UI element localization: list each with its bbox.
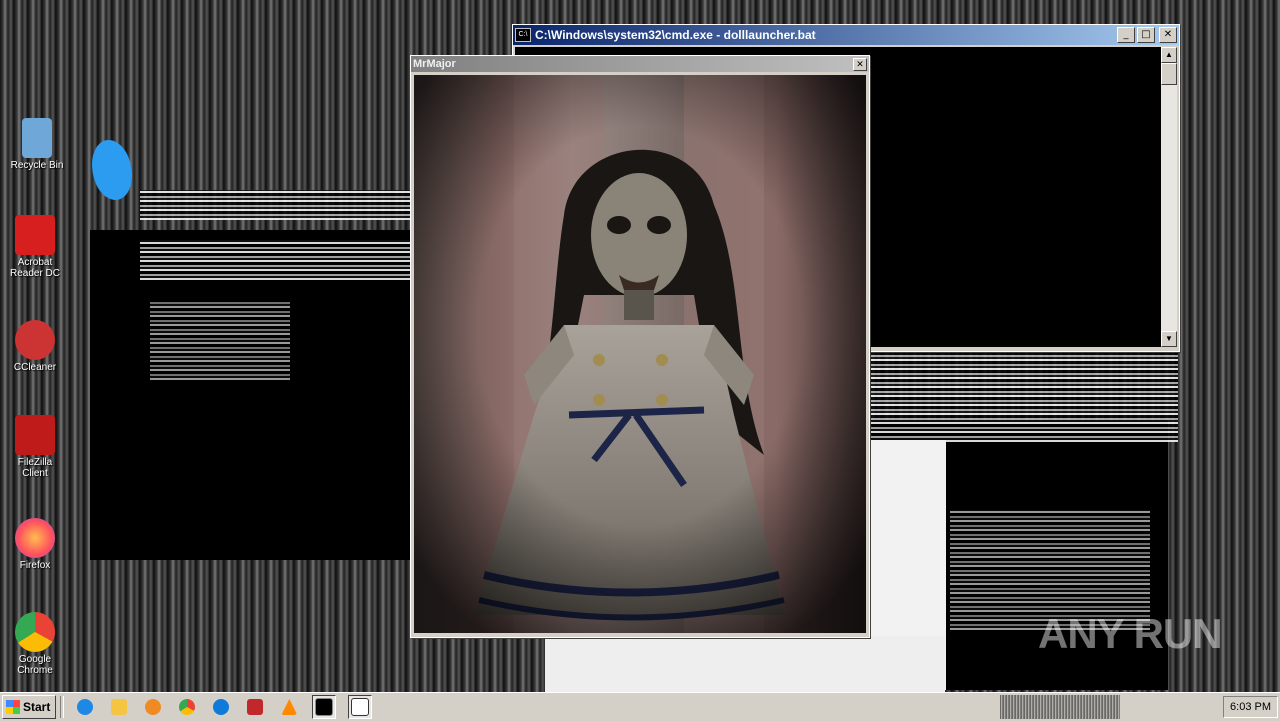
system-tray: 6:03 PM	[1223, 696, 1278, 718]
cmd-scrollbar[interactable]: ▲ ▼	[1161, 47, 1177, 347]
twitter-like-icon	[92, 140, 132, 200]
chrome-icon	[15, 612, 55, 652]
desktop-icon-recycle-bin[interactable]: Recycle Bin	[6, 118, 68, 171]
edge-icon[interactable]	[210, 696, 232, 718]
glitch-band	[140, 240, 410, 280]
cmd-window-title: C:\Windows\system32\cmd.exe - dolllaunch…	[535, 28, 816, 42]
explorer-icon[interactable]	[108, 696, 130, 718]
clock[interactable]: 6:03 PM	[1230, 701, 1271, 713]
image-window-title: MrMajor	[413, 58, 456, 70]
image-window-titlebar[interactable]: MrMajor ✕	[411, 56, 869, 72]
minimize-button[interactable]: _	[1117, 27, 1135, 43]
firefox-icon	[15, 518, 55, 558]
windows-logo-icon	[6, 700, 20, 714]
glitch-white-area	[545, 636, 945, 692]
filezilla-icon	[15, 415, 55, 455]
tray-glitch	[1000, 695, 1120, 719]
doll-image	[414, 75, 866, 633]
taskbar-separator	[60, 696, 65, 718]
taskbar: Start 6:03 PM	[0, 692, 1280, 721]
recycle-bin-icon	[22, 118, 52, 158]
ccleaner-icon	[15, 320, 55, 360]
desktop-icon-ccleaner[interactable]: CCleaner	[4, 320, 66, 373]
app-icon[interactable]	[244, 696, 266, 718]
glitch-band	[140, 190, 410, 220]
vlc-icon[interactable]	[278, 696, 300, 718]
close-button[interactable]: ✕	[1159, 27, 1177, 43]
glitch-band	[868, 352, 1178, 442]
cmd-titlebar[interactable]: C:\ C:\Windows\system32\cmd.exe - dollla…	[513, 25, 1179, 45]
image-window[interactable]: MrMajor ✕	[410, 55, 870, 638]
desktop-icon-firefox[interactable]: Firefox	[4, 518, 66, 571]
desktop-icon-chrome[interactable]: Google Chrome	[4, 612, 66, 676]
cmd-icon[interactable]	[312, 695, 337, 719]
maximize-button[interactable]: □	[1137, 27, 1155, 43]
window-icon[interactable]	[348, 695, 373, 719]
scroll-up-icon[interactable]: ▲	[1161, 47, 1177, 63]
acrobat-reader-icon	[15, 215, 55, 255]
cmd-window-icon: C:\	[515, 28, 531, 42]
desktop-icon-filezilla[interactable]: FileZilla Client	[4, 415, 66, 479]
media-player-icon[interactable]	[142, 696, 164, 718]
start-button[interactable]: Start	[2, 695, 57, 719]
chrome-icon[interactable]	[176, 696, 198, 718]
ie-icon[interactable]	[74, 696, 96, 718]
desktop-icon-acrobat[interactable]: Acrobat Reader DC	[4, 215, 66, 279]
scrollbar-thumb[interactable]	[1161, 63, 1177, 85]
scroll-down-icon[interactable]: ▼	[1161, 331, 1177, 347]
creepy-doll-picture	[414, 75, 866, 633]
close-button[interactable]: ✕	[853, 57, 867, 71]
glitch-band	[150, 300, 290, 380]
anyrun-watermark: ANY RUN	[1038, 610, 1223, 657]
